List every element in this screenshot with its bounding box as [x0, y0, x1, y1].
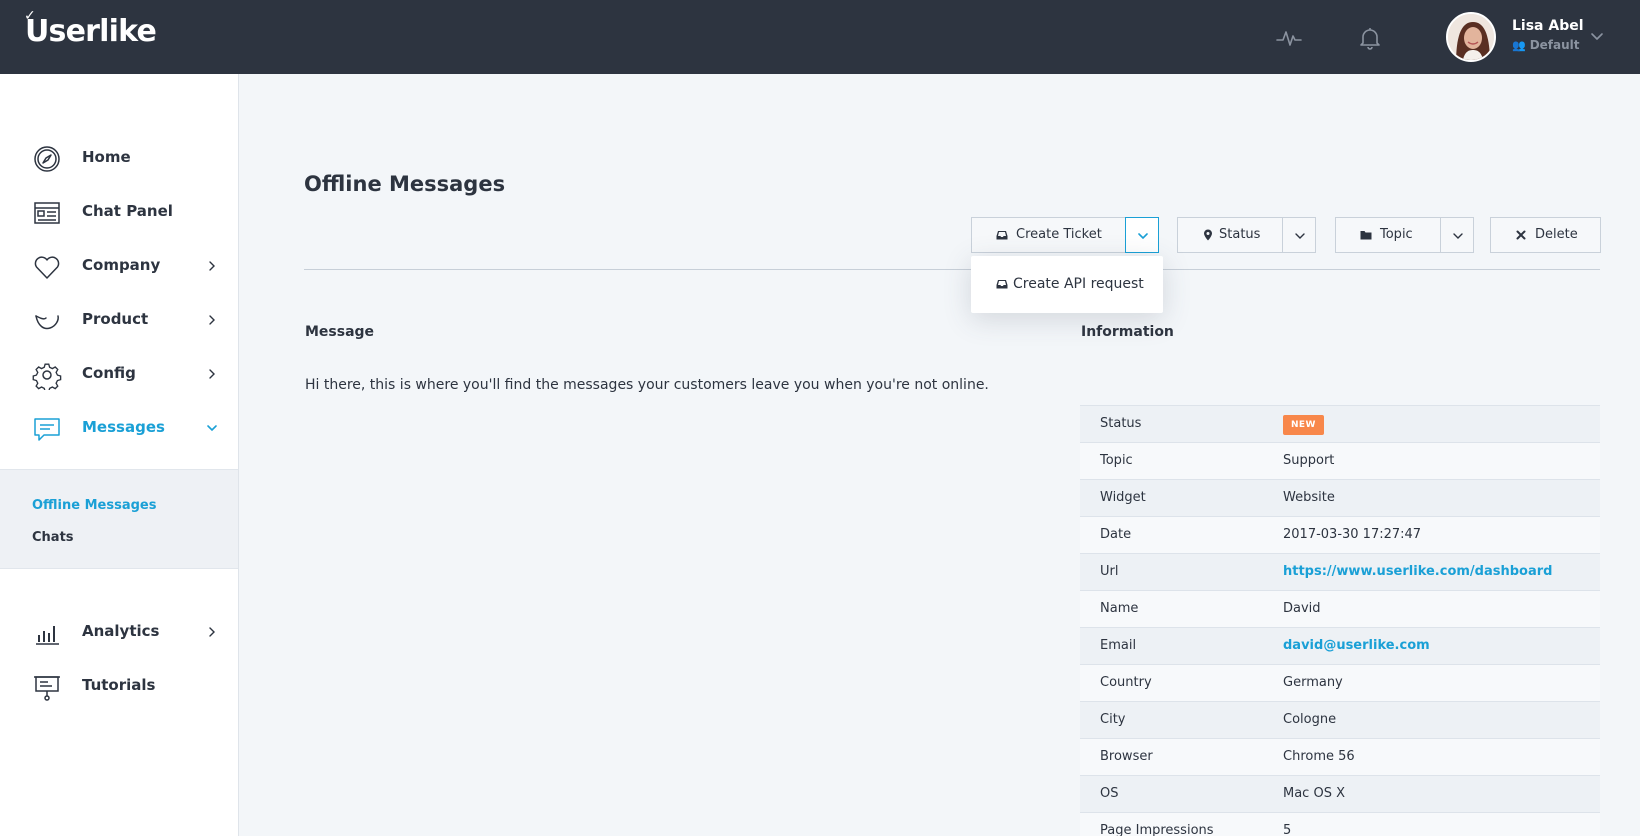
users-icon: 👥	[1512, 39, 1526, 52]
sidebar-item-label: Messages	[82, 418, 165, 436]
top-bar: ✓ Userlike Lisa Abel 👥 Default	[0, 0, 1640, 74]
sidebar-item-home[interactable]: Home	[0, 136, 238, 180]
delete-button[interactable]: Delete	[1490, 217, 1601, 253]
heart-icon	[34, 256, 60, 279]
menu-item-create-api-request[interactable]: Create API request	[971, 256, 1163, 313]
chevron-right-icon	[209, 627, 215, 637]
sidebar-item-label: Config	[82, 364, 136, 382]
topic-button[interactable]: Topic	[1335, 217, 1441, 253]
info-row-country: Country Germany	[1080, 664, 1600, 701]
sidebar-item-label: Company	[82, 256, 161, 274]
inbox-icon	[996, 280, 1008, 289]
product-icon	[35, 315, 59, 330]
sidebar-item-tutorials[interactable]: Tutorials	[0, 664, 238, 708]
bar-chart-icon	[36, 626, 59, 645]
info-row-name: Name David	[1080, 590, 1600, 627]
map-pin-icon	[1204, 229, 1212, 241]
divider	[304, 269, 1600, 270]
user-name[interactable]: Lisa Abel	[1512, 18, 1584, 34]
chevron-down-icon	[1138, 233, 1148, 240]
chevron-down-icon	[207, 425, 217, 432]
folder-icon	[1360, 231, 1372, 240]
chevron-down-icon[interactable]	[1588, 28, 1606, 46]
sidebar-item-label: Tutorials	[82, 676, 156, 694]
avatar[interactable]	[1446, 12, 1496, 62]
inbox-icon	[996, 231, 1008, 240]
create-ticket-button[interactable]: Create Ticket	[971, 217, 1126, 253]
info-row-widget: Widget Website	[1080, 479, 1600, 516]
user-role: 👥 Default	[1512, 38, 1580, 52]
create-ticket-dropdown-toggle[interactable]	[1125, 217, 1159, 253]
sidebar-item-label: Home	[82, 148, 131, 166]
chevron-down-icon	[1295, 233, 1305, 239]
compass-icon	[34, 146, 60, 172]
chevron-right-icon	[209, 369, 215, 379]
subnav-item-chats[interactable]: Chats	[32, 530, 74, 545]
presentation-icon	[34, 676, 60, 701]
page-title: Offline Messages	[304, 172, 506, 196]
sidebar-item-chat-panel[interactable]: Chat Panel	[0, 190, 238, 234]
chevron-right-icon	[209, 261, 215, 271]
email-link[interactable]: david@userlike.com	[1283, 638, 1430, 653]
sidebar-item-label: Product	[82, 310, 149, 328]
message-icon	[34, 418, 60, 441]
messages-subnav: Offline Messages Chats	[0, 469, 238, 569]
sidebar-item-messages[interactable]: Messages	[0, 406, 238, 450]
close-icon	[1516, 230, 1526, 240]
message-heading: Message	[305, 324, 375, 340]
status-dropdown-toggle[interactable]	[1282, 217, 1316, 253]
chevron-right-icon	[209, 315, 215, 325]
sidebar-item-label: Analytics	[82, 622, 160, 640]
sidebar-item-label: Chat Panel	[82, 202, 173, 220]
sidebar: Home Chat Panel Company Product Config M…	[0, 74, 239, 836]
avatar-image	[1448, 14, 1494, 60]
message-text: Hi there, this is where you'll find the …	[305, 377, 989, 393]
info-row-topic: Topic Support	[1080, 442, 1600, 479]
sidebar-item-product[interactable]: Product	[0, 298, 238, 342]
status-badge: NEW	[1283, 415, 1324, 435]
userlike-logo[interactable]: ✓ Userlike	[24, 8, 157, 49]
sidebar-item-config[interactable]: Config	[0, 352, 238, 396]
info-row-url: Url https://www.userlike.com/dashboard	[1080, 553, 1600, 590]
topic-dropdown-toggle[interactable]	[1440, 217, 1474, 253]
info-row-city: City Cologne	[1080, 701, 1600, 738]
info-row-browser: Browser Chrome 56	[1080, 738, 1600, 775]
status-button[interactable]: Status	[1177, 217, 1283, 253]
gear-icon	[32, 363, 62, 390]
subnav-item-offline-messages[interactable]: Offline Messages	[32, 498, 156, 513]
sidebar-item-company[interactable]: Company	[0, 244, 238, 288]
info-row-email: Email david@userlike.com	[1080, 627, 1600, 664]
chevron-down-icon	[1453, 233, 1463, 239]
info-row-date: Date 2017-03-30 17:27:47	[1080, 516, 1600, 553]
main-content: Offline Messages Create Ticket Status To…	[240, 74, 1640, 836]
bell-icon[interactable]	[1356, 24, 1384, 52]
info-row-status: Status NEW	[1080, 405, 1600, 442]
create-ticket-menu: Create API request	[971, 256, 1163, 313]
sidebar-item-analytics[interactable]: Analytics	[0, 610, 238, 654]
information-heading: Information	[1081, 324, 1174, 340]
info-row-page-impressions: Page Impressions 5	[1080, 812, 1600, 836]
activity-icon[interactable]	[1275, 24, 1303, 52]
info-row-os: OS Mac OS X	[1080, 775, 1600, 812]
information-table: Status NEW Topic Support Widget Website …	[1080, 405, 1600, 836]
url-link[interactable]: https://www.userlike.com/dashboard	[1283, 564, 1552, 579]
chat-panel-icon	[34, 202, 60, 224]
